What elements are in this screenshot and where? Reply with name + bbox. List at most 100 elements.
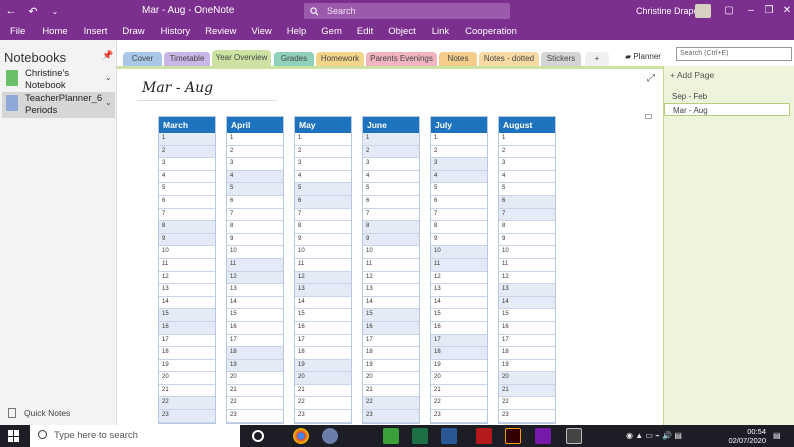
month-table-april[interactable]: April 1 2 3 4 5 6 7 8 9 10 11 12 13 14 15 16 17 18 19 20 21 22… — [226, 116, 284, 424]
day-row[interactable]: 4 — [431, 170, 487, 184]
day-row[interactable]: 9 — [431, 234, 487, 247]
day-row[interactable]: 17 — [159, 335, 215, 348]
day-row[interactable]: 20 — [363, 372, 419, 385]
day-row[interactable]: 3 — [431, 158, 487, 171]
day-row[interactable]: 19 — [499, 360, 555, 373]
day-row[interactable]: 10 — [159, 246, 215, 259]
day-row[interactable]: 14 — [499, 296, 555, 310]
taskbar-search[interactable]: Type here to search — [30, 425, 240, 447]
day-row[interactable]: 18 — [363, 347, 419, 360]
day-row[interactable]: 13 — [363, 284, 419, 297]
day-row[interactable]: 23 — [159, 410, 215, 423]
planner-tab[interactable]: ▰ Planner — [625, 52, 661, 61]
day-row[interactable]: 23 — [227, 410, 283, 423]
day-row[interactable]: 6 — [363, 196, 419, 209]
day-row[interactable]: 11 — [499, 259, 555, 272]
tab-year-overview[interactable]: Year Overview — [212, 50, 271, 66]
day-row[interactable]: 5 — [363, 183, 419, 196]
day-row[interactable]: 15 — [159, 309, 215, 322]
excel-icon[interactable] — [412, 428, 428, 444]
day-row[interactable]: 20 — [295, 372, 351, 385]
windows-start-icon[interactable] — [8, 430, 20, 442]
month-header[interactable]: June — [363, 117, 419, 133]
day-row[interactable]: 1 — [363, 133, 419, 146]
day-row[interactable]: 4 — [295, 171, 351, 184]
day-row[interactable]: 16 — [227, 322, 283, 335]
day-row[interactable]: 17 — [363, 335, 419, 348]
day-row[interactable]: 17 — [227, 335, 283, 348]
day-row[interactable]: 11 — [431, 258, 487, 272]
day-row[interactable]: 11 — [295, 259, 351, 272]
day-row[interactable]: 3 — [363, 158, 419, 171]
day-row[interactable]: 23 — [295, 410, 351, 423]
day-row[interactable]: 9 — [295, 234, 351, 247]
day-row[interactable]: 1 — [159, 133, 215, 146]
menu-review[interactable]: Review — [205, 26, 236, 37]
day-row[interactable]: 21 — [295, 385, 351, 398]
notifications-icon[interactable]: ▤ — [773, 431, 781, 440]
tab-stickers[interactable]: Stickers — [541, 52, 581, 66]
day-row[interactable]: 7 — [431, 209, 487, 222]
day-row[interactable]: 1 — [227, 133, 283, 146]
day-row[interactable]: 5 — [499, 183, 555, 196]
day-row[interactable]: 21 — [363, 385, 419, 398]
onenote-icon[interactable] — [535, 428, 551, 444]
day-row[interactable]: 9 — [499, 234, 555, 247]
add-page-button[interactable]: + Add Page — [670, 70, 714, 80]
tab-grades[interactable]: Grades — [274, 52, 314, 66]
pin-icon[interactable]: 📌 — [102, 50, 113, 61]
day-row[interactable]: 19 — [363, 360, 419, 373]
menu-gem[interactable]: Gem — [321, 26, 342, 37]
page-title[interactable]: Mar - Aug — [142, 80, 213, 96]
quick-notes[interactable]: Quick Notes — [8, 408, 70, 418]
menu-edit[interactable]: Edit — [357, 26, 373, 37]
day-row[interactable]: 13 — [431, 284, 487, 297]
month-header[interactable]: August — [499, 117, 555, 133]
illustrator-icon[interactable] — [505, 428, 521, 444]
avatar[interactable] — [695, 4, 711, 18]
menu-home[interactable]: Home — [42, 26, 67, 37]
day-row[interactable]: 15 — [499, 309, 555, 322]
add-section-button[interactable]: + — [585, 52, 609, 66]
day-row[interactable]: 15 — [363, 309, 419, 322]
day-row[interactable]: 11 — [363, 259, 419, 272]
day-row[interactable]: 21 — [227, 385, 283, 398]
snipping-tool-icon[interactable] — [566, 428, 582, 444]
day-row[interactable]: 21 — [431, 385, 487, 398]
day-row[interactable]: 19 — [227, 359, 283, 373]
menu-insert[interactable]: Insert — [84, 26, 108, 37]
menu-object[interactable]: Object — [388, 26, 415, 37]
day-row[interactable]: 13 — [159, 284, 215, 297]
tab-parents-evenings[interactable]: Parents Evenings — [366, 52, 437, 66]
menu-link[interactable]: Link — [432, 26, 449, 37]
day-row[interactable]: 6 — [499, 195, 555, 209]
day-row[interactable]: 10 — [363, 246, 419, 259]
day-row[interactable]: 13 — [499, 284, 555, 297]
page-item[interactable]: Sep - Feb — [664, 90, 790, 103]
clock[interactable]: 00:54 02/07/2020 — [726, 427, 766, 445]
day-row[interactable]: 14 — [295, 297, 351, 310]
day-row[interactable]: 22 — [431, 397, 487, 411]
day-row[interactable]: 18 — [499, 347, 555, 360]
day-row[interactable]: 18 — [227, 347, 283, 360]
day-row[interactable]: 18 — [159, 347, 215, 360]
day-row[interactable]: 7 — [227, 209, 283, 222]
day-row[interactable]: 10 — [227, 246, 283, 259]
month-table-may[interactable]: May 1 2 3 4 5 6 7 8 9 10 11 12 13 14 15 16 17 18 19 20 21 22 23 — [294, 116, 352, 424]
day-row[interactable]: 14 — [227, 297, 283, 310]
day-row[interactable]: 12 — [431, 272, 487, 285]
day-row[interactable]: 20 — [227, 372, 283, 385]
day-row[interactable]: 8 — [227, 221, 283, 234]
month-table-august[interactable]: August 1 2 3 4 5 6 7 8 9 10 11 12 13 14 15 16 17 18 19 20 21 2… — [498, 116, 556, 424]
day-row[interactable]: 5 — [295, 183, 351, 196]
day-row[interactable]: 2 — [431, 146, 487, 159]
menu-cooperation[interactable]: Cooperation — [465, 26, 517, 37]
day-row[interactable]: 13 — [295, 284, 351, 297]
month-header[interactable]: May — [295, 117, 351, 133]
day-row[interactable]: 19 — [295, 359, 351, 373]
day-row[interactable]: 8 — [295, 221, 351, 234]
user-name[interactable]: Christine Draper — [636, 0, 702, 22]
note-container-handle[interactable] — [645, 114, 652, 119]
word-icon[interactable] — [441, 428, 457, 444]
day-row[interactable]: 23 — [431, 410, 487, 423]
